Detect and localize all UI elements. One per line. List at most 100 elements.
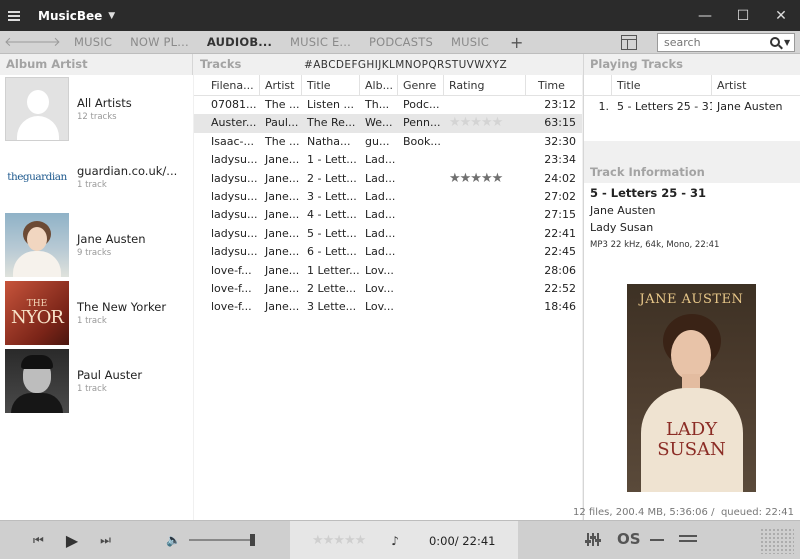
play-icon[interactable]: ▶ xyxy=(66,531,78,550)
table-row[interactable]: ladysu... Jane... 3 - Lett... Lad... 27:02 xyxy=(194,188,582,206)
playback-position[interactable]: 0:00/ 22:41 xyxy=(429,534,496,548)
cell-rating[interactable] xyxy=(444,262,526,280)
search-box[interactable]: ▼ xyxy=(657,32,795,52)
rating-stars[interactable]: ★★★★★ xyxy=(449,115,503,130)
cell-rating[interactable]: ★★★★★ xyxy=(444,170,526,188)
column-header-artist[interactable]: Artist xyxy=(260,75,302,95)
cell-genre xyxy=(398,170,444,188)
cell-title: Natha... xyxy=(307,134,351,148)
cell-genre xyxy=(398,298,444,316)
column-header-title[interactable]: Title xyxy=(612,75,712,95)
plus-icon[interactable]: + xyxy=(510,33,523,52)
column-header-artist[interactable]: Artist xyxy=(712,75,800,95)
table-row[interactable]: love-f... Jane... 1 Letter... Lov... 28:06 xyxy=(194,262,582,280)
cell-rating[interactable] xyxy=(444,133,526,151)
cell-artist: Jane... xyxy=(265,245,300,259)
column-header-genre[interactable]: Genre xyxy=(398,75,444,95)
artist-track-count: 9 tracks xyxy=(77,248,112,258)
search-input[interactable] xyxy=(658,35,768,49)
table-row[interactable]: ladysu... Jane... 5 - Lett... Lad... 22:41 xyxy=(194,225,582,243)
playing-track-artist: Jane Austen xyxy=(717,100,783,113)
cell-album: gu... xyxy=(365,134,390,148)
column-header-album[interactable]: Alb... xyxy=(360,75,398,95)
info-album: Lady Susan xyxy=(590,221,654,234)
cell-rating[interactable] xyxy=(444,151,526,169)
tab-music[interactable]: MUSIC xyxy=(74,35,112,49)
tab-music-2[interactable]: MUSIC xyxy=(451,35,489,49)
cell-rating[interactable] xyxy=(444,280,526,298)
cell-rating[interactable] xyxy=(444,225,526,243)
chevron-down-icon[interactable]: ▼ xyxy=(108,11,115,21)
playing-track-row[interactable]: 1. 5 - Letters 25 - 31 Jane Austen xyxy=(584,96,800,118)
rating-stars[interactable]: ★★★★★ xyxy=(449,171,503,186)
layout-icon[interactable] xyxy=(621,34,637,50)
artist-item-jane-austen[interactable]: Jane Austen 9 tracks xyxy=(0,211,193,279)
cell-album: Lov... xyxy=(365,263,394,277)
artist-item-all[interactable]: All Artists 12 tracks xyxy=(0,75,193,143)
track-information-body: 5 - Letters 25 - 31 Jane Austen Lady Sus… xyxy=(584,183,800,520)
chevron-down-icon[interactable]: ▼ xyxy=(784,38,790,47)
music-note-icon[interactable]: ♪ xyxy=(391,534,399,548)
scrobble-icon[interactable]: OS xyxy=(617,530,641,548)
cell-genre xyxy=(398,206,444,224)
cell-album: Lad... xyxy=(365,171,396,185)
table-row[interactable]: Isaac-... The ... Natha... gu... Book... 32:3… xyxy=(194,133,582,151)
app-name[interactable]: MusicBee xyxy=(38,9,102,23)
equalizer-icon[interactable] xyxy=(585,533,601,546)
cell-rating[interactable]: ★★★★★ xyxy=(444,114,526,132)
cell-album: Lad... xyxy=(365,189,396,203)
speaker-icon[interactable]: 🔈 xyxy=(166,533,181,547)
volume-slider-handle[interactable] xyxy=(249,534,255,546)
artist-track-count: 1 track xyxy=(77,180,107,190)
cell-filename: Auster... xyxy=(211,116,257,130)
cell-time: 18:46 xyxy=(544,300,576,314)
skip-forward-icon[interactable]: ⏭ xyxy=(100,533,111,548)
skip-back-icon[interactable]: ⏮ xyxy=(33,533,44,548)
close-button[interactable]: ✕ xyxy=(762,0,800,31)
arrow-right-icon[interactable]: 🡒 xyxy=(26,34,61,50)
table-row[interactable]: 07081... The ... Listen ... Th... Podc... 23:… xyxy=(194,96,582,114)
column-header-rating[interactable]: Rating xyxy=(444,75,526,95)
table-row[interactable]: ladysu... Jane... 4 - Lett... Lad... 27:15 xyxy=(194,206,582,224)
cell-rating[interactable] xyxy=(444,243,526,261)
table-row[interactable]: ladysu... Jane... 2 - Lett... Lad... ★★★★★ 24… xyxy=(194,170,582,188)
album-cover[interactable]: JANE AUSTEN LADY SUSAN xyxy=(627,284,756,492)
cell-time: 22:45 xyxy=(544,245,576,259)
minimize-player-icon[interactable] xyxy=(650,539,664,541)
artist-item-new-yorker[interactable]: THE NYOR The New Yorker 1 track xyxy=(0,279,193,347)
now-playing-rating[interactable]: ★★★★★ xyxy=(312,533,366,548)
cell-filename: ladysu... xyxy=(211,153,258,167)
maximize-button[interactable]: ☐ xyxy=(724,0,762,31)
resize-grip-icon[interactable] xyxy=(760,528,794,554)
tab-podcasts[interactable]: PODCASTS xyxy=(369,35,433,49)
cell-rating[interactable] xyxy=(444,96,526,114)
alphabet-index[interactable]: #ABCDEFGHIJKLMNOPQRSTUVWXYZ xyxy=(304,59,507,71)
tab-music-explorer[interactable]: MUSIC E... xyxy=(290,35,351,49)
info-tech-details: MP3 22 kHz, 64k, Mono, 22:41 xyxy=(590,240,720,250)
table-row[interactable]: love-f... Jane... 2 Lette... Lov... 22:52 xyxy=(194,280,582,298)
magnifier-icon[interactable] xyxy=(770,37,780,47)
table-row[interactable]: love-f... Jane... 3 Lette... Lov... 18:46 xyxy=(194,298,582,316)
minimize-button[interactable]: — xyxy=(686,0,724,31)
hamburger-menu-icon[interactable] xyxy=(0,0,28,31)
queue-bars-icon[interactable] xyxy=(679,535,697,537)
cell-rating[interactable] xyxy=(444,206,526,224)
arrow-left-icon[interactable]: 🡐 xyxy=(4,34,39,50)
playing-tracks-header: Playing Tracks xyxy=(590,57,683,71)
table-row[interactable]: ladysu... Jane... 1 - Lett... Lad... 23:34 xyxy=(194,151,582,169)
column-header-time[interactable]: Time xyxy=(526,75,582,95)
artist-item-paul-auster[interactable]: Paul Auster 1 track xyxy=(0,347,193,415)
artist-item-guardian[interactable]: theguardian guardian.co.uk/... 1 track xyxy=(0,143,193,211)
tab-audiobooks[interactable]: AUDIOB... xyxy=(207,35,272,49)
tab-now-playing[interactable]: NOW PL... xyxy=(130,35,189,49)
column-header-title[interactable]: Title xyxy=(302,75,360,95)
volume-slider[interactable] xyxy=(188,534,255,546)
cell-album: Lad... xyxy=(365,226,396,240)
table-row[interactable]: Auster... Paul... The Re... We... Penn... ★★★… xyxy=(194,114,582,133)
artist-track-count: 1 track xyxy=(77,384,107,394)
cell-time: 23:34 xyxy=(544,153,576,167)
column-header-filename[interactable]: Filena... xyxy=(194,75,260,95)
cell-rating[interactable] xyxy=(444,298,526,316)
cell-rating[interactable] xyxy=(444,188,526,206)
table-row[interactable]: ladysu... Jane... 6 - Lett... Lad... 22:45 xyxy=(194,243,582,261)
